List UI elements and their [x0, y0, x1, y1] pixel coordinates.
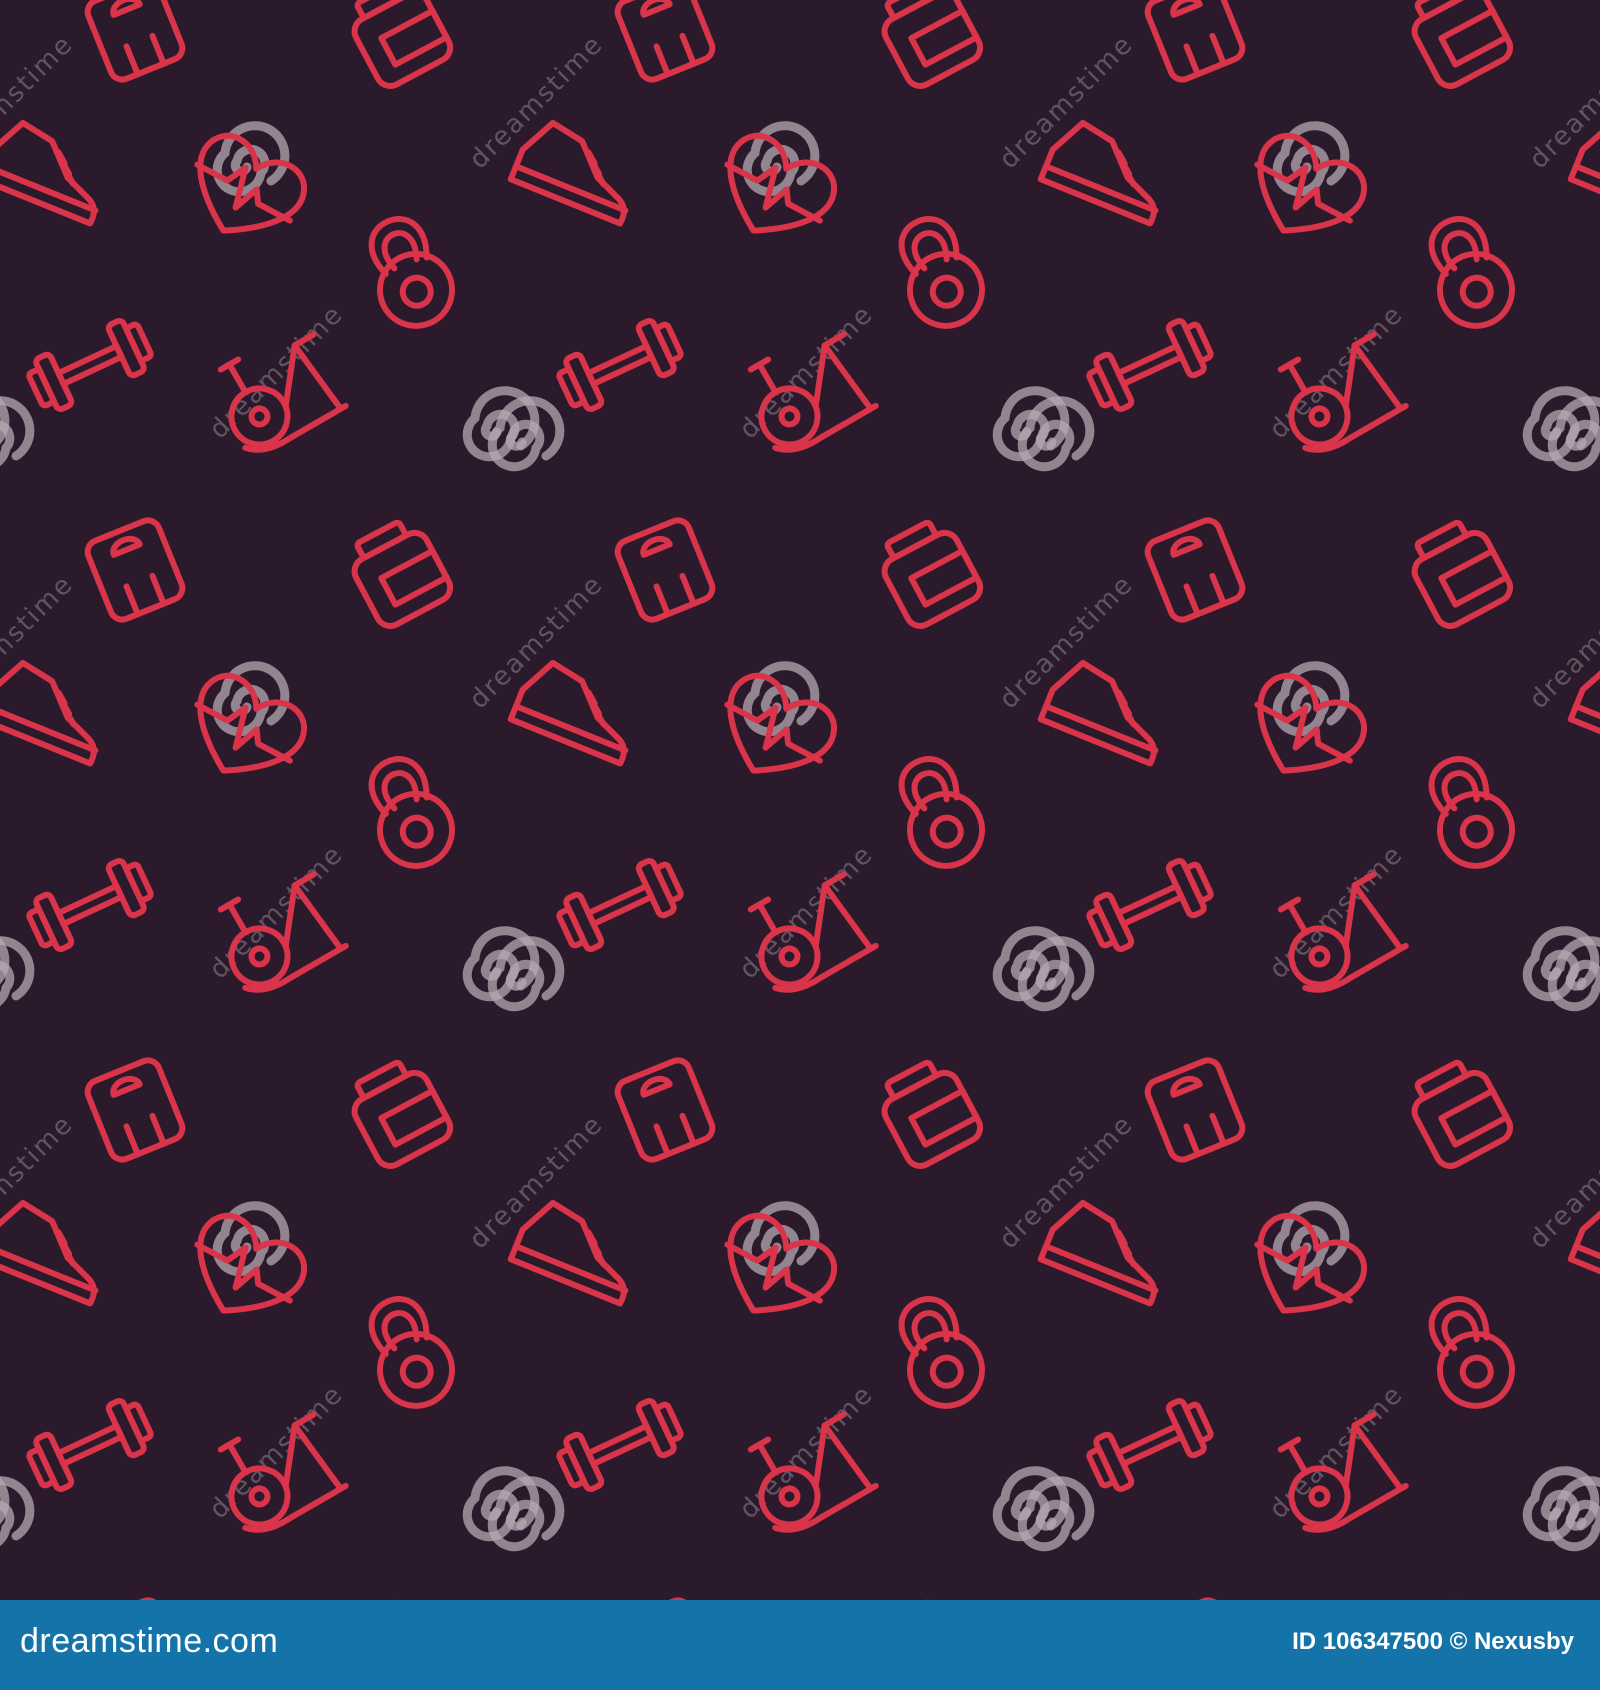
sneaker-icon: [1037, 1199, 1159, 1307]
watermark-text: dreamstime: [0, 29, 80, 175]
dumbbell-icon: [556, 857, 684, 953]
footer-id-label: ID 106347500 © Nexusby: [1292, 1628, 1574, 1655]
watermark-text: dreamstime: [0, 1109, 80, 1255]
jar-icon: [1411, 1059, 1514, 1169]
sneaker-icon: [0, 659, 99, 767]
kettlebell-icon: [1428, 756, 1515, 869]
kettlebell-icon: [368, 1296, 455, 1409]
kettlebell-icon: [368, 216, 455, 329]
scale-icon: [614, 0, 716, 83]
dumbbell-icon: [1086, 857, 1214, 953]
watermark-text: dreamstime: [734, 299, 880, 445]
jar-icon: [1411, 0, 1514, 89]
kettlebell-icon: [1428, 216, 1515, 329]
scale-icon: [1144, 0, 1246, 83]
sneaker-icon: [0, 1199, 99, 1307]
dumbbell-icon: [26, 317, 154, 413]
dumbbell-icon: [1086, 1397, 1214, 1493]
sneaker-icon: [507, 1199, 629, 1307]
dumbbell-icon: [26, 857, 154, 953]
watermark-text: dreamstime: [1264, 299, 1410, 445]
jar-icon: [351, 519, 454, 629]
dumbbell-icon: [26, 1397, 154, 1493]
jar-icon: [881, 519, 984, 629]
scale-icon: [84, 0, 186, 83]
kettlebell-icon: [368, 756, 455, 869]
watermark-text: dreamstime: [734, 839, 880, 985]
sneaker-icon: [1037, 119, 1159, 227]
sneaker-icon: [0, 119, 99, 227]
scale-icon: [1144, 517, 1246, 623]
watermark-text: dreamstime: [1264, 1379, 1410, 1525]
kettlebell-icon: [1428, 1296, 1515, 1409]
kettlebell-icon: [898, 756, 985, 869]
watermark-text: dreamstime: [204, 839, 350, 985]
jar-icon: [351, 1059, 454, 1169]
footer-site-label: dreamstime.com: [20, 1622, 279, 1660]
jar-icon: [1411, 519, 1514, 629]
kettlebell-icon: [898, 1296, 985, 1409]
dumbbell-icon: [1086, 317, 1214, 413]
watermark-text: dreamstime: [1524, 29, 1600, 175]
sneaker-icon: [1037, 659, 1159, 767]
watermark-text: dreamstime: [1524, 1109, 1600, 1255]
watermark-footer: dreamstime.com ID 106347500 © Nexusby: [0, 1600, 1600, 1690]
scale-icon: [1144, 1057, 1246, 1163]
watermark-text: dreamstime: [204, 299, 350, 445]
watermark-text: dreamstime: [1524, 569, 1600, 715]
jar-icon: [351, 0, 454, 89]
kettlebell-icon: [898, 216, 985, 329]
watermark-text: dreamstime: [734, 1379, 880, 1525]
fitness-icon-pattern: dreamstime dreamstime dreamstime dreamstime…: [0, 0, 1600, 1600]
watermark-text: dreamstime: [1264, 839, 1410, 985]
scale-icon: [614, 517, 716, 623]
scale-icon: [614, 1057, 716, 1163]
scale-icon: [84, 1057, 186, 1163]
watermark-text: dreamstime: [204, 1379, 350, 1525]
sneaker-icon: [507, 659, 629, 767]
jar-icon: [881, 0, 984, 89]
sneaker-icon: [507, 119, 629, 227]
scale-icon: [84, 517, 186, 623]
dumbbell-icon: [556, 317, 684, 413]
watermark-text: dreamstime: [0, 569, 80, 715]
jar-icon: [881, 1059, 984, 1169]
dumbbell-icon: [556, 1397, 684, 1493]
stock-image: dreamstime dreamstime dreamstime dreamstime…: [0, 0, 1600, 1690]
